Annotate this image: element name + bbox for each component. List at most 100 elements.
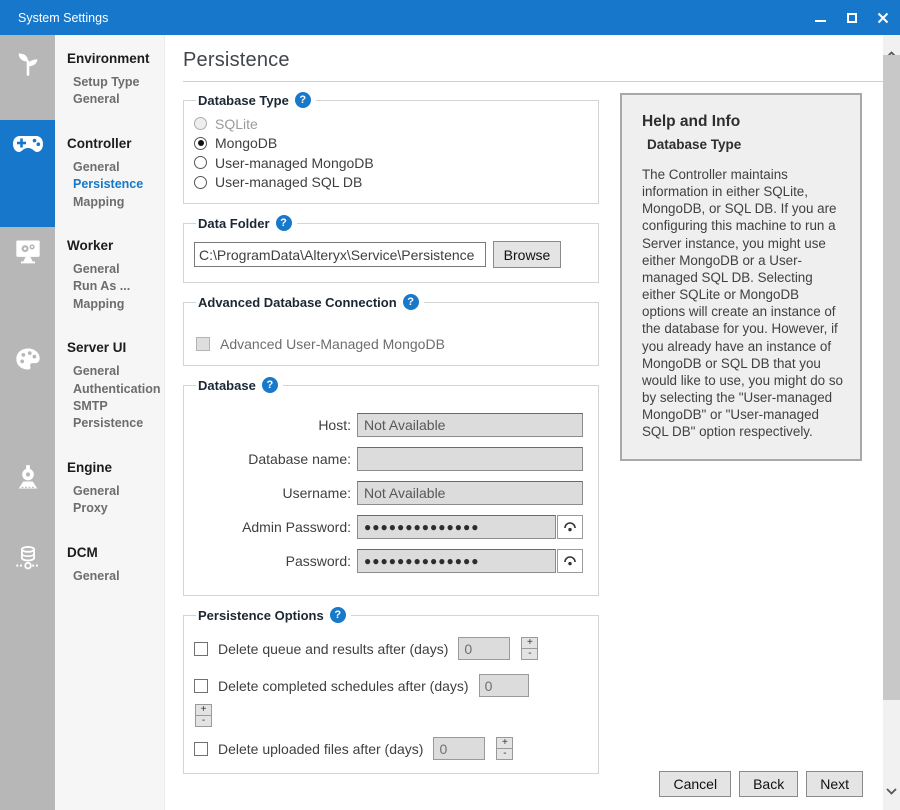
nav-header-dcm: DCM xyxy=(67,545,164,560)
radio-user-managed-sqldb[interactable]: User-managed SQL DB xyxy=(194,173,588,193)
vertical-scrollbar[interactable] xyxy=(883,35,900,810)
nav-item-server-ui-persistence[interactable]: Persistence xyxy=(67,415,164,432)
window-title: System Settings xyxy=(0,11,805,25)
nav-item-controller-general[interactable]: General xyxy=(67,159,164,176)
host-label: Host: xyxy=(194,417,351,433)
admin-password-input xyxy=(357,515,556,539)
radio-user-managed-sqldb-label: User-managed SQL DB xyxy=(215,174,362,190)
help-subtitle: Database Type xyxy=(647,137,844,152)
persistence-options-legend: Persistence Options ? xyxy=(196,607,351,623)
title-divider xyxy=(183,81,883,82)
nav-item-worker-run-as[interactable]: Run As ... xyxy=(67,278,164,295)
delete-queue-label: Delete queue and results after (days) xyxy=(218,641,448,657)
maximize-button[interactable] xyxy=(836,0,867,35)
nav-header-environment: Environment xyxy=(67,51,164,66)
sprout-icon xyxy=(14,50,42,78)
radio-mongodb-control[interactable] xyxy=(194,137,207,150)
delete-uploads-days-input xyxy=(433,737,485,760)
data-folder-legend: Data Folder ? xyxy=(196,215,297,231)
footer-button-bar: Cancel Back Next xyxy=(659,771,863,797)
gamepad-icon xyxy=(12,132,44,156)
spin-down-button[interactable]: - xyxy=(496,748,513,760)
page-title: Persistence xyxy=(183,49,290,72)
data-folder-legend-text: Data Folder xyxy=(198,216,270,231)
rail-item-engine[interactable] xyxy=(0,461,55,495)
username-row: Username: xyxy=(194,481,588,505)
delete-schedules-spinner: + - xyxy=(195,704,212,727)
help-body: The Controller maintains information in … xyxy=(642,166,844,441)
advanced-connection-group: Advanced Database Connection ? Advanced … xyxy=(183,294,599,366)
nav-item-server-ui-authentication[interactable]: Authentication xyxy=(67,381,164,398)
nav-item-engine-proxy[interactable]: Proxy xyxy=(67,500,164,517)
rail-item-environment[interactable] xyxy=(0,47,55,81)
delete-schedules-row: Delete completed schedules after (days) xyxy=(194,674,588,697)
delete-queue-row: Delete queue and results after (days) + … xyxy=(194,637,588,660)
persistence-options-legend-text: Persistence Options xyxy=(198,608,324,623)
nav-item-worker-mapping[interactable]: Mapping xyxy=(67,296,164,313)
password-reveal-button[interactable] xyxy=(557,549,583,573)
next-button[interactable]: Next xyxy=(806,771,863,797)
nav-item-controller-mapping[interactable]: Mapping xyxy=(67,194,164,211)
nav-header-worker: Worker xyxy=(67,238,164,253)
admin-password-label: Admin Password: xyxy=(194,519,351,535)
radio-mongodb[interactable]: MongoDB xyxy=(194,134,588,154)
delete-queue-checkbox[interactable] xyxy=(194,642,208,656)
scroll-thumb[interactable] xyxy=(883,55,900,700)
persistence-options-help-icon[interactable]: ? xyxy=(330,607,346,623)
nav-header-engine: Engine xyxy=(67,460,164,475)
password-reveal-icon xyxy=(563,521,577,533)
delete-uploads-checkbox[interactable] xyxy=(194,742,208,756)
spin-down-button[interactable]: - xyxy=(195,715,212,727)
data-folder-input[interactable] xyxy=(194,242,486,267)
minimize-icon xyxy=(815,20,826,22)
database-group: Database ? Host: Database name: Username… xyxy=(183,377,599,596)
rail-item-dcm[interactable] xyxy=(0,541,55,575)
database-name-row: Database name: xyxy=(194,447,588,471)
host-input xyxy=(357,413,583,437)
radio-user-managed-sqldb-control[interactable] xyxy=(194,176,207,189)
cancel-button[interactable]: Cancel xyxy=(659,771,731,797)
help-panel: Help and Info Database Type The Controll… xyxy=(620,93,862,461)
nav-item-worker-general[interactable]: General xyxy=(67,261,164,278)
spin-down-button[interactable]: - xyxy=(521,648,538,660)
radio-user-managed-mongodb-control[interactable] xyxy=(194,156,207,169)
data-folder-help-icon[interactable]: ? xyxy=(276,215,292,231)
rail-item-controller[interactable] xyxy=(0,120,55,227)
delete-schedules-checkbox[interactable] xyxy=(194,679,208,693)
nav-item-server-ui-smtp[interactable]: SMTP xyxy=(67,398,164,415)
browse-button[interactable]: Browse xyxy=(493,241,561,268)
nav-item-environment-general[interactable]: General xyxy=(67,91,164,108)
radio-user-managed-mongodb-label: User-managed MongoDB xyxy=(215,155,374,171)
nav-item-server-ui-general[interactable]: General xyxy=(67,363,164,380)
nav-item-engine-general[interactable]: General xyxy=(67,483,164,500)
close-button[interactable] xyxy=(867,0,898,35)
nav-item-environment-setup-type[interactable]: Setup Type xyxy=(67,74,164,91)
nav-group-environment: Environment Setup Type General xyxy=(67,51,164,109)
settings-column: Database Type ? SQLite MongoDB User-mana… xyxy=(183,92,599,785)
scroll-down-button[interactable] xyxy=(883,782,900,800)
nav-item-dcm-general[interactable]: General xyxy=(67,568,164,585)
advanced-connection-legend-text: Advanced Database Connection xyxy=(198,295,397,310)
rail-item-worker[interactable] xyxy=(0,234,55,268)
train-icon xyxy=(14,464,42,492)
delete-uploads-spinner: + - xyxy=(496,737,513,760)
nav-group-worker: Worker General Run As ... Mapping xyxy=(67,238,164,313)
main-panel: Persistence Database Type ? SQLite Mongo… xyxy=(165,35,883,810)
minimize-button[interactable] xyxy=(805,0,836,35)
icon-rail xyxy=(0,35,55,810)
nav-item-controller-persistence[interactable]: Persistence xyxy=(67,176,164,193)
close-icon xyxy=(877,12,889,24)
radio-user-managed-mongodb[interactable]: User-managed MongoDB xyxy=(194,153,588,173)
rail-item-server-ui[interactable] xyxy=(0,342,55,376)
radio-sqlite-label: SQLite xyxy=(215,116,258,132)
advanced-connection-help-icon[interactable]: ? xyxy=(403,294,419,310)
advanced-mongodb-checkbox-row: Advanced User-Managed MongoDB xyxy=(196,336,588,352)
password-input xyxy=(357,549,556,573)
database-type-help-icon[interactable]: ? xyxy=(295,92,311,108)
database-help-icon[interactable]: ? xyxy=(262,377,278,393)
radio-mongodb-label: MongoDB xyxy=(215,135,277,151)
username-input xyxy=(357,481,583,505)
delete-uploads-row: Delete uploaded files after (days) + - xyxy=(194,737,588,760)
back-button[interactable]: Back xyxy=(739,771,798,797)
admin-password-reveal-button[interactable] xyxy=(557,515,583,539)
